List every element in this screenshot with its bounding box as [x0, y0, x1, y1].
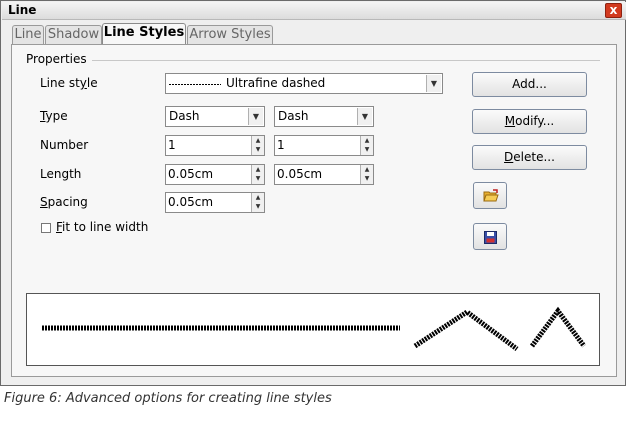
modify-button[interactable]: Modify...	[472, 109, 587, 134]
spin-down-icon[interactable]: ▼	[361, 174, 373, 183]
length-label: Length	[40, 167, 82, 181]
spacing-value: 0.05cm	[168, 195, 214, 209]
tab-line-styles[interactable]: Line Styles	[102, 23, 186, 45]
spin-buttons[interactable]: ▲ ▼	[251, 165, 264, 184]
spin-buttons[interactable]: ▲ ▼	[251, 193, 264, 212]
close-button[interactable]: x	[605, 3, 622, 18]
fit-to-line-width-checkbox[interactable]	[41, 223, 51, 233]
spin-down-icon[interactable]: ▼	[252, 202, 264, 211]
type-value-1: Dash	[169, 109, 200, 123]
spin-up-icon[interactable]: ▲	[252, 193, 264, 202]
spin-down-icon[interactable]: ▼	[252, 174, 264, 183]
type-select-1[interactable]: Dash ▼	[165, 106, 265, 127]
spin-buttons[interactable]: ▲ ▼	[251, 136, 264, 155]
tab-line[interactable]: Line	[12, 25, 44, 44]
spin-up-icon[interactable]: ▲	[252, 165, 264, 174]
preview-lines	[42, 306, 587, 352]
load-line-styles-button[interactable]	[473, 182, 507, 209]
window-title: Line	[8, 3, 37, 17]
add-button[interactable]: Add...	[472, 72, 587, 97]
length-value-1: 0.05cm	[168, 167, 214, 181]
line-style-value: Ultrafine dashed	[226, 76, 326, 90]
length-value-2: 0.05cm	[277, 167, 323, 181]
spacing-field[interactable]: 0.05cm ▲ ▼	[165, 192, 265, 213]
chevron-down-icon[interactable]: ▼	[248, 108, 263, 125]
spin-up-icon[interactable]: ▲	[252, 136, 264, 145]
preview-wide-zigzag	[413, 308, 519, 352]
dashed-line-swatch	[169, 84, 221, 85]
properties-divider	[92, 60, 600, 61]
delete-button[interactable]: Delete...	[472, 145, 587, 170]
tab-arrow-styles[interactable]: Arrow Styles	[187, 25, 273, 44]
line-style-preview	[26, 293, 600, 366]
type-label: Type	[40, 109, 68, 123]
line-style-select[interactable]: Ultrafine dashed ▼	[165, 73, 443, 94]
line-style-label: Line style	[40, 76, 98, 90]
save-disk-icon	[484, 231, 497, 244]
number-label: Number	[40, 138, 89, 152]
preview-narrow-zigzag	[529, 306, 587, 348]
spin-up-icon[interactable]: ▲	[361, 165, 373, 174]
chevron-down-icon[interactable]: ▼	[357, 108, 372, 125]
properties-heading: Properties	[26, 52, 87, 66]
length-field-2[interactable]: 0.05cm ▲ ▼	[274, 164, 374, 185]
number-field-2[interactable]: 1 ▲ ▼	[274, 135, 374, 156]
type-select-2[interactable]: Dash ▼	[274, 106, 374, 127]
number-value-1: 1	[168, 138, 176, 152]
open-folder-icon	[483, 189, 499, 202]
title-bar: Line x	[2, 2, 626, 20]
chevron-down-icon[interactable]: ▼	[426, 75, 441, 92]
number-field-1[interactable]: 1 ▲ ▼	[165, 135, 265, 156]
fit-to-line-width-label: Fit to line width	[56, 220, 149, 234]
number-value-2: 1	[277, 138, 285, 152]
spin-buttons[interactable]: ▲ ▼	[360, 136, 373, 155]
type-value-2: Dash	[278, 109, 309, 123]
spin-down-icon[interactable]: ▼	[361, 145, 373, 154]
spin-down-icon[interactable]: ▼	[252, 145, 264, 154]
spin-up-icon[interactable]: ▲	[361, 136, 373, 145]
save-line-styles-button[interactable]	[473, 223, 507, 250]
spin-buttons[interactable]: ▲ ▼	[360, 165, 373, 184]
length-field-1[interactable]: 0.05cm ▲ ▼	[165, 164, 265, 185]
spacing-label: Spacing	[40, 195, 88, 209]
figure-caption: Figure 6: Advanced options for creating …	[4, 391, 332, 406]
tab-shadow[interactable]: Shadow	[45, 25, 102, 44]
